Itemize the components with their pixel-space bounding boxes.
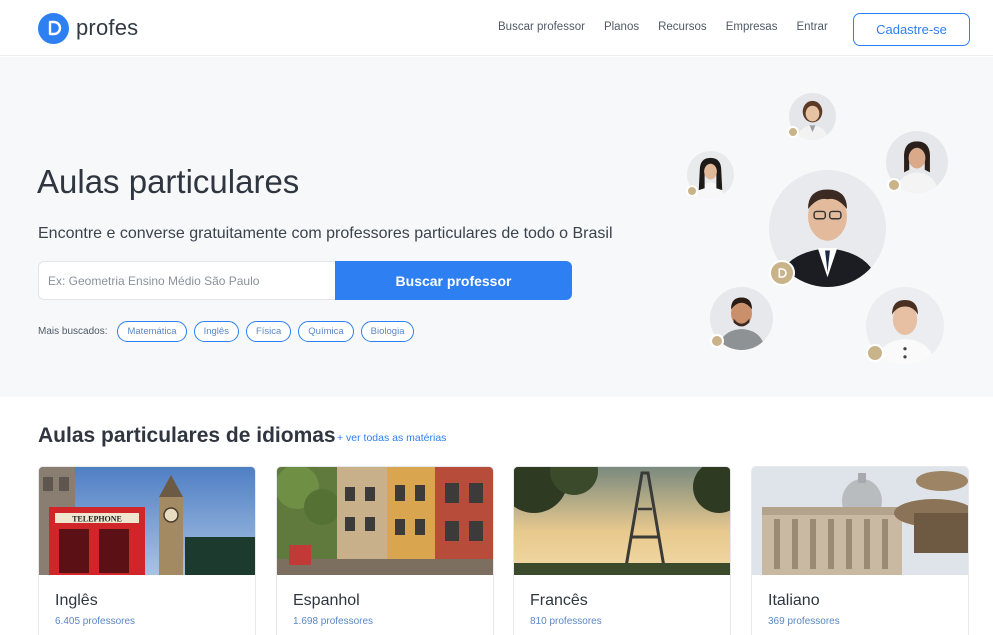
tag-matematica[interactable]: Matemática bbox=[117, 321, 187, 342]
paris-photo bbox=[514, 467, 730, 575]
card-language-name: Italiano bbox=[768, 592, 820, 609]
logo[interactable]: profes bbox=[38, 12, 138, 44]
london-photo: TELEPHONE bbox=[39, 467, 255, 575]
tag-biologia[interactable]: Biologia bbox=[360, 321, 415, 342]
profes-logo-icon bbox=[38, 12, 69, 44]
hero-subtitle: Encontre e converse gratuitamente com pr… bbox=[38, 225, 613, 242]
language-card-italiano[interactable]: Italiano 369 professores bbox=[751, 466, 969, 635]
teacher-avatar[interactable] bbox=[710, 287, 773, 350]
languages-section-title: Aulas particulares de idiomas bbox=[38, 424, 336, 447]
card-teacher-count: 1.698 professores bbox=[293, 616, 374, 627]
teacher-avatar-featured[interactable] bbox=[769, 170, 886, 287]
spain-street-photo bbox=[277, 467, 493, 575]
tag-fisica[interactable]: Física bbox=[245, 321, 292, 342]
teacher-avatar[interactable] bbox=[866, 287, 944, 365]
top-navbar: profes Buscar professor Planos Recursos … bbox=[0, 0, 993, 56]
see-all-subjects-link[interactable]: + ver todas as matérias bbox=[337, 432, 446, 444]
popular-searches: Mais buscados: Matemática Inglês Física … bbox=[38, 321, 421, 342]
rome-photo bbox=[752, 467, 968, 575]
teacher-avatar[interactable] bbox=[787, 93, 836, 140]
card-language-name: Espanhol bbox=[293, 592, 360, 609]
card-teacher-count: 810 professores bbox=[530, 616, 602, 627]
nav-recursos[interactable]: Recursos bbox=[658, 21, 707, 33]
teacher-badge-icon bbox=[887, 178, 901, 192]
teacher-avatar[interactable] bbox=[686, 151, 734, 198]
teacher-badge-icon bbox=[866, 344, 884, 362]
popular-label: Mais buscados: bbox=[38, 326, 108, 337]
card-teacher-count: 369 professores bbox=[768, 616, 840, 627]
tag-ingles[interactable]: Inglês bbox=[193, 321, 239, 342]
teacher-badge-icon bbox=[710, 334, 724, 348]
card-language-name: Inglês bbox=[55, 592, 98, 609]
search-form: Buscar professor bbox=[38, 261, 572, 300]
card-teacher-count: 6.405 professores bbox=[55, 616, 136, 627]
main-nav: Buscar professor Planos Recursos Empresa… bbox=[498, 21, 847, 33]
language-card-espanhol[interactable]: Espanhol 1.698 professores bbox=[276, 466, 494, 635]
teacher-avatar[interactable] bbox=[886, 131, 948, 193]
signup-button[interactable]: Cadastre-se bbox=[853, 13, 970, 46]
search-button[interactable]: Buscar professor bbox=[335, 261, 572, 300]
logo-text: profes bbox=[76, 15, 139, 40]
nav-entrar[interactable]: Entrar bbox=[796, 21, 827, 33]
nav-empresas[interactable]: Empresas bbox=[726, 21, 778, 33]
language-card-frances[interactable]: Francês 810 professores bbox=[513, 466, 731, 635]
teacher-badge-icon bbox=[769, 260, 795, 286]
search-input[interactable] bbox=[38, 261, 335, 300]
tag-quimica[interactable]: Química bbox=[298, 321, 354, 342]
nav-planos[interactable]: Planos bbox=[604, 21, 639, 33]
svg-text:TELEPHONE: TELEPHONE bbox=[72, 515, 122, 524]
teacher-badge-icon bbox=[787, 126, 799, 138]
teacher-badge-icon bbox=[686, 185, 698, 197]
language-card-ingles[interactable]: TELEPHONE Inglês 6.405 professores bbox=[38, 466, 256, 635]
page-title: Aulas particulares bbox=[37, 163, 300, 200]
card-language-name: Francês bbox=[530, 592, 588, 609]
nav-buscar-professor[interactable]: Buscar professor bbox=[498, 21, 585, 33]
